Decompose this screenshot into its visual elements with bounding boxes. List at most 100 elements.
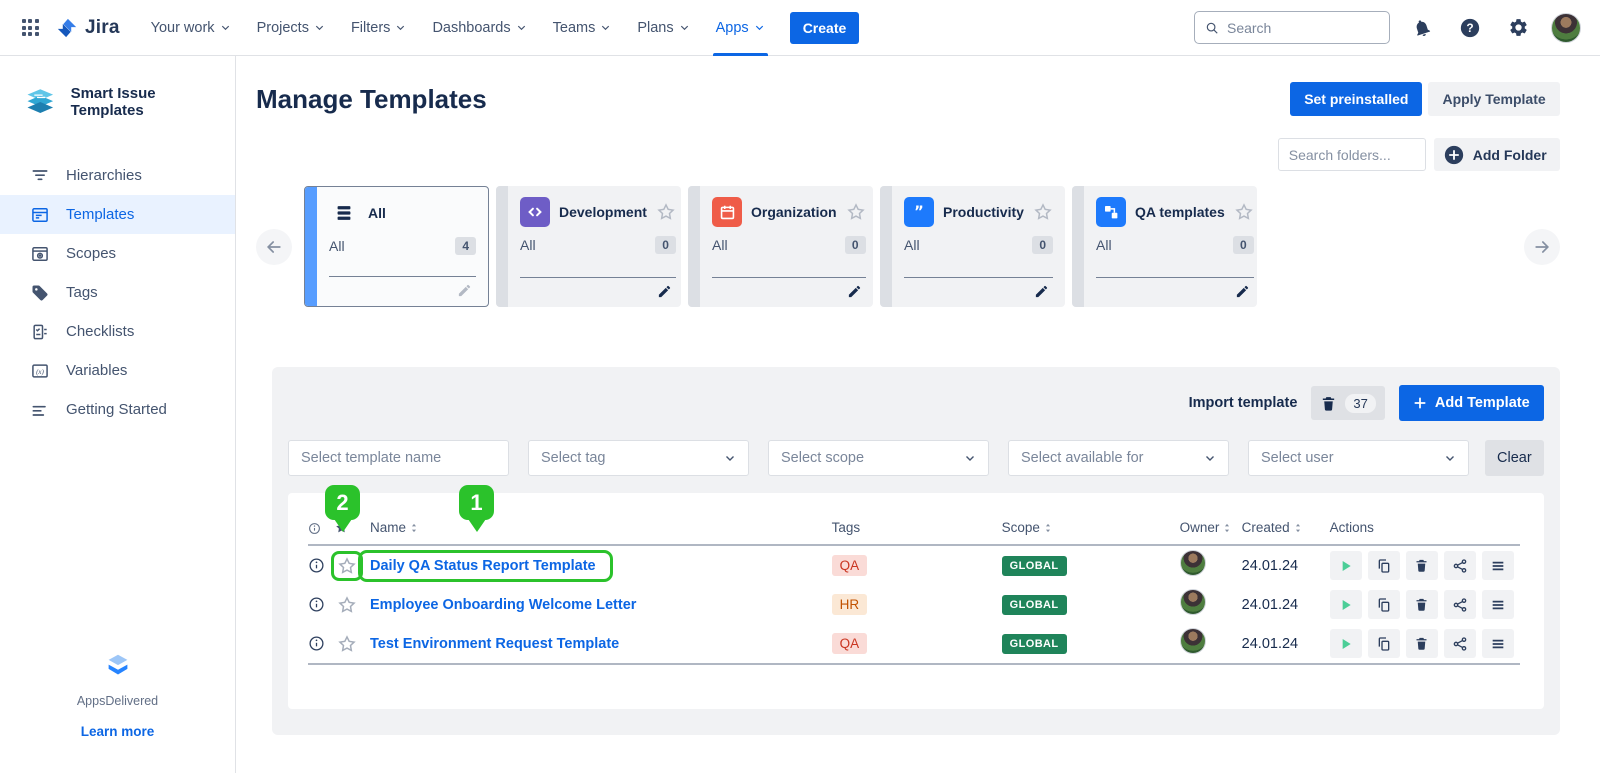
jira-mark-icon [56, 17, 78, 39]
app-switcher-button[interactable] [14, 12, 46, 44]
search-input[interactable] [1227, 20, 1379, 36]
folder-card-qa-templates[interactable]: QA templates All 0 [1072, 186, 1257, 307]
copy-action-button[interactable] [1368, 590, 1400, 619]
play-icon [1338, 636, 1354, 652]
created-date: 24.01.24 [1242, 558, 1330, 574]
table-row: Employee Onboarding Welcome Letter HR GL… [308, 585, 1520, 624]
chevron-down-icon [314, 22, 325, 33]
nav-item-your-work[interactable]: Your work [138, 0, 244, 56]
folder-card-all[interactable]: All All 4 [304, 186, 489, 307]
edit-folder-icon[interactable] [457, 283, 472, 298]
delete-action-button[interactable] [1406, 629, 1438, 658]
sidebar-item-tags[interactable]: Tags [0, 273, 235, 312]
play-icon [1338, 597, 1354, 613]
row-favorite-star[interactable] [334, 595, 360, 615]
import-template-link[interactable]: Import template [1189, 395, 1298, 411]
carousel-next-button[interactable] [1524, 229, 1560, 265]
delete-action-button[interactable] [1406, 590, 1438, 619]
nav-item-dashboards[interactable]: Dashboards [419, 0, 539, 56]
copy-action-button[interactable] [1368, 551, 1400, 580]
row-info-button[interactable] [308, 557, 334, 574]
row-info-button[interactable] [308, 596, 334, 613]
column-owner[interactable]: Owner [1180, 520, 1242, 535]
select-scope-dropdown[interactable]: Select scope [768, 440, 989, 476]
share-action-button[interactable] [1444, 629, 1476, 658]
template-name-link[interactable]: Test Environment Request Template [370, 636, 619, 652]
set-preinstalled-button[interactable]: Set preinstalled [1290, 82, 1422, 116]
jira-logo[interactable]: Jira [56, 17, 120, 39]
edit-folder-icon[interactable] [847, 284, 862, 299]
folder-card-productivity[interactable]: ” Productivity All 0 [880, 186, 1065, 307]
template-name-link[interactable]: Daily QA Status Report Template [361, 553, 610, 579]
plus-circle-icon [1443, 144, 1465, 166]
trash-bin-button[interactable]: 37 [1311, 386, 1384, 420]
nav-item-projects[interactable]: Projects [244, 0, 338, 56]
row-favorite-star[interactable] [334, 554, 360, 578]
star-icon[interactable] [1033, 202, 1053, 222]
edit-folder-icon[interactable] [1235, 284, 1250, 299]
copy-action-button[interactable] [1368, 629, 1400, 658]
star-icon[interactable] [1234, 202, 1254, 222]
select-available-for-dropdown[interactable]: Select available for [1008, 440, 1229, 476]
edit-folder-icon[interactable] [657, 284, 672, 299]
apply-action-button[interactable] [1330, 551, 1362, 580]
play-icon [1338, 558, 1354, 574]
folder-subtitle: All [712, 237, 728, 253]
global-search[interactable] [1194, 11, 1390, 44]
star-icon[interactable] [846, 202, 866, 222]
chevron-down-icon [754, 22, 765, 33]
select-tag-dropdown[interactable]: Select tag [528, 440, 749, 476]
nav-item-plans[interactable]: Plans [624, 0, 702, 56]
more-menu-button[interactable] [1482, 590, 1514, 619]
help-button[interactable]: ? [1454, 12, 1486, 44]
add-folder-button[interactable]: Add Folder [1434, 138, 1560, 171]
star-icon [337, 634, 357, 654]
column-created[interactable]: Created [1242, 520, 1330, 535]
edit-folder-icon[interactable] [1034, 284, 1049, 299]
apply-template-button[interactable]: Apply Template [1428, 82, 1559, 116]
trash-icon [1414, 558, 1429, 573]
star-icon[interactable] [656, 202, 676, 222]
folder-card-development[interactable]: Development All 0 [496, 186, 681, 307]
smart-issue-templates-logo-icon [22, 82, 59, 122]
folder-count-badge: 0 [655, 236, 676, 254]
search-folders-input[interactable] [1278, 138, 1426, 171]
apply-action-button[interactable] [1330, 629, 1362, 658]
more-menu-button[interactable] [1482, 551, 1514, 580]
row-favorite-star[interactable] [334, 634, 360, 654]
share-action-button[interactable] [1444, 551, 1476, 580]
column-scope[interactable]: Scope [1002, 520, 1180, 535]
share-action-button[interactable] [1444, 590, 1476, 619]
add-template-button[interactable]: Add Template [1399, 385, 1544, 421]
settings-button[interactable] [1502, 12, 1534, 44]
row-info-button[interactable] [308, 635, 334, 652]
nav-item-apps[interactable]: Apps [703, 0, 778, 56]
apply-action-button[interactable] [1330, 590, 1362, 619]
sidebar-item-hierarchies[interactable]: Hierarchies [0, 156, 235, 195]
app-grid-icon [22, 19, 39, 36]
column-name[interactable]: Name [370, 520, 832, 535]
info-icon [308, 522, 321, 535]
sidebar-item-templates[interactable]: Templates [0, 195, 235, 234]
delete-action-button[interactable] [1406, 551, 1438, 580]
folder-card-organization[interactable]: Organization All 0 [688, 186, 873, 307]
sidebar-item-variables[interactable]: (x) Variables [0, 351, 235, 390]
carousel-prev-button[interactable] [256, 229, 292, 265]
sidebar-menu: Hierarchies Templates Scopes Tags Checkl… [0, 156, 235, 429]
nav-item-teams[interactable]: Teams [540, 0, 625, 56]
nav-item-filters[interactable]: Filters [338, 0, 419, 56]
learn-more-link[interactable]: Learn more [81, 724, 155, 739]
template-name-link[interactable]: Employee Onboarding Welcome Letter [370, 597, 636, 613]
clear-filters-button[interactable]: Clear [1485, 440, 1544, 476]
folder-name: QA templates [1135, 204, 1225, 220]
create-button[interactable]: Create [790, 12, 860, 44]
user-avatar-button[interactable] [1550, 12, 1582, 44]
sidebar-item-scopes[interactable]: Scopes [0, 234, 235, 273]
more-menu-button[interactable] [1482, 629, 1514, 658]
select-user-dropdown[interactable]: Select user [1248, 440, 1469, 476]
share-icon [1452, 558, 1468, 574]
notifications-button[interactable] [1406, 12, 1438, 44]
sidebar-item-getting-started[interactable]: Getting Started [0, 390, 235, 429]
select-template-name-input[interactable] [288, 440, 509, 476]
sidebar-item-checklists[interactable]: Checklists [0, 312, 235, 351]
